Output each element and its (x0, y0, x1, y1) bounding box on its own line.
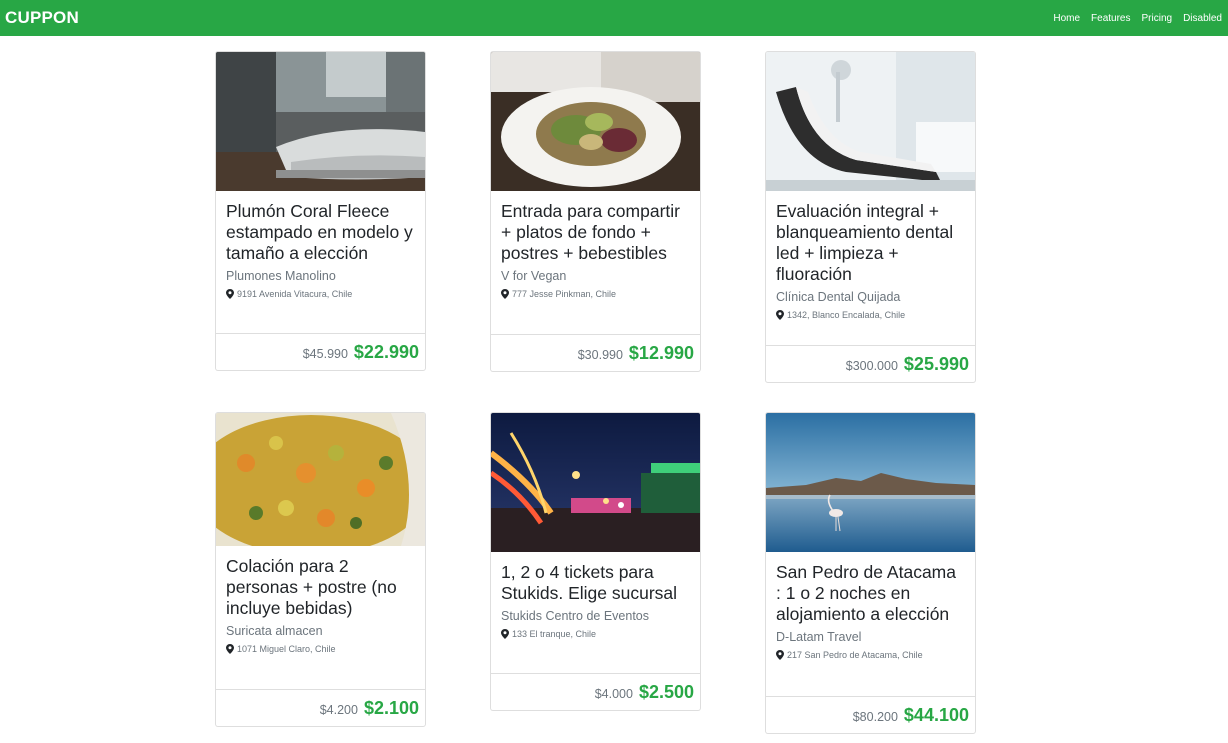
old-price: $80.200 (852, 709, 898, 724)
new-price: $2.100 (363, 697, 419, 718)
deal-card-footer: $80.200 $44.100 (766, 696, 975, 733)
deal-card-footer: $300.000 $25.990 (766, 345, 975, 382)
deal-image-bedroom[interactable] (216, 52, 425, 191)
deal-title[interactable]: Colación para 2 personas + postre (no in… (226, 556, 415, 619)
deal-title[interactable]: Evaluación integral + blanqueamiento den… (776, 201, 965, 285)
deal-card-body: Plumón Coral Fleece estampado en modelo … (216, 191, 425, 333)
deal-address-text: 9191 Avenida Vitacura, Chile (237, 289, 353, 299)
deal-card-footer: $45.990 $22.990 (216, 333, 425, 370)
deal-image-night-fair[interactable] (491, 413, 700, 552)
deal-address-text: 217 San Pedro de Atacama, Chile (787, 650, 923, 660)
map-pin-icon (226, 644, 234, 654)
deal-image-food-bowl[interactable] (216, 413, 425, 546)
deal-merchant: Stukids Centro de Eventos (501, 609, 649, 623)
deal-title[interactable]: Entrada para compartir + platos de fondo… (501, 201, 690, 264)
deal-card-body: Evaluación integral + blanqueamiento den… (766, 191, 975, 345)
new-price: $12.990 (628, 342, 694, 363)
deal-merchant: Suricata almacen (226, 624, 323, 638)
nav-links: Home Features Pricing Disabled (1042, 13, 1222, 24)
nav-disabled[interactable]: Disabled (1183, 13, 1222, 24)
deal-card[interactable]: Entrada para compartir + platos de fondo… (490, 51, 701, 372)
new-price: $2.500 (638, 681, 694, 702)
deal-image-dental-chair[interactable] (766, 52, 975, 191)
deal-card-body: Colación para 2 personas + postre (no in… (216, 546, 425, 689)
deal-image-salt-lake-flamingo[interactable] (766, 413, 975, 552)
deal-address: 133 El tranque, Chile (501, 629, 690, 639)
old-price: $45.990 (302, 346, 348, 361)
deal-address: 777 Jesse Pinkman, Chile (501, 289, 690, 299)
map-pin-icon (501, 629, 509, 639)
new-price: $44.100 (903, 704, 969, 725)
deal-merchant: D-Latam Travel (776, 630, 862, 644)
map-pin-icon (501, 289, 509, 299)
deal-merchant: Clínica Dental Quijada (776, 290, 901, 304)
deal-card-footer: $30.990 $12.990 (491, 334, 700, 371)
deal-card[interactable]: Evaluación integral + blanqueamiento den… (765, 51, 976, 383)
deal-title[interactable]: 1, 2 o 4 tickets para Stukids. Elige suc… (501, 562, 690, 604)
deal-card[interactable]: Plumón Coral Fleece estampado en modelo … (215, 51, 426, 371)
nav-home[interactable]: Home (1053, 13, 1080, 24)
old-price: $30.990 (577, 347, 623, 362)
deal-address: 1071 Miguel Claro, Chile (226, 644, 415, 654)
old-price: $4.000 (594, 686, 633, 701)
map-pin-icon (776, 310, 784, 320)
nav-pricing[interactable]: Pricing (1142, 13, 1173, 24)
top-navbar: CUPPON Home Features Pricing Disabled (0, 0, 1228, 36)
deal-title[interactable]: San Pedro de Atacama : 1 o 2 noches en a… (776, 562, 965, 625)
old-price: $300.000 (845, 358, 898, 373)
deal-card[interactable]: San Pedro de Atacama : 1 o 2 noches en a… (765, 412, 976, 734)
brand-logo[interactable]: CUPPON (5, 8, 79, 28)
old-price: $4.200 (319, 702, 358, 717)
deal-merchant: V for Vegan (501, 269, 567, 283)
deal-card-body: 1, 2 o 4 tickets para Stukids. Elige suc… (491, 552, 700, 673)
new-price: $25.990 (903, 353, 969, 374)
deal-address: 217 San Pedro de Atacama, Chile (776, 650, 965, 660)
new-price: $22.990 (353, 341, 419, 362)
deal-card[interactable]: 1, 2 o 4 tickets para Stukids. Elige suc… (490, 412, 701, 711)
deal-title[interactable]: Plumón Coral Fleece estampado en modelo … (226, 201, 415, 264)
map-pin-icon (776, 650, 784, 660)
deal-address-text: 777 Jesse Pinkman, Chile (512, 289, 617, 299)
deal-address-text: 1342, Blanco Encalada, Chile (787, 310, 906, 320)
deal-card-body: San Pedro de Atacama : 1 o 2 noches en a… (766, 552, 975, 696)
deal-merchant: Plumones Manolino (226, 269, 336, 283)
deal-address: 1342, Blanco Encalada, Chile (776, 310, 965, 320)
deal-card-footer: $4.000 $2.500 (491, 673, 700, 710)
deal-address-text: 1071 Miguel Claro, Chile (237, 644, 336, 654)
deal-image-salad-plate[interactable] (491, 52, 700, 191)
deal-card-body: Entrada para compartir + platos de fondo… (491, 191, 700, 334)
map-pin-icon (226, 289, 234, 299)
deal-address-text: 133 El tranque, Chile (512, 629, 597, 639)
deal-card[interactable]: Colación para 2 personas + postre (no in… (215, 412, 426, 727)
nav-features[interactable]: Features (1091, 13, 1130, 24)
deal-card-footer: $4.200 $2.100 (216, 689, 425, 726)
deal-address: 9191 Avenida Vitacura, Chile (226, 289, 415, 299)
